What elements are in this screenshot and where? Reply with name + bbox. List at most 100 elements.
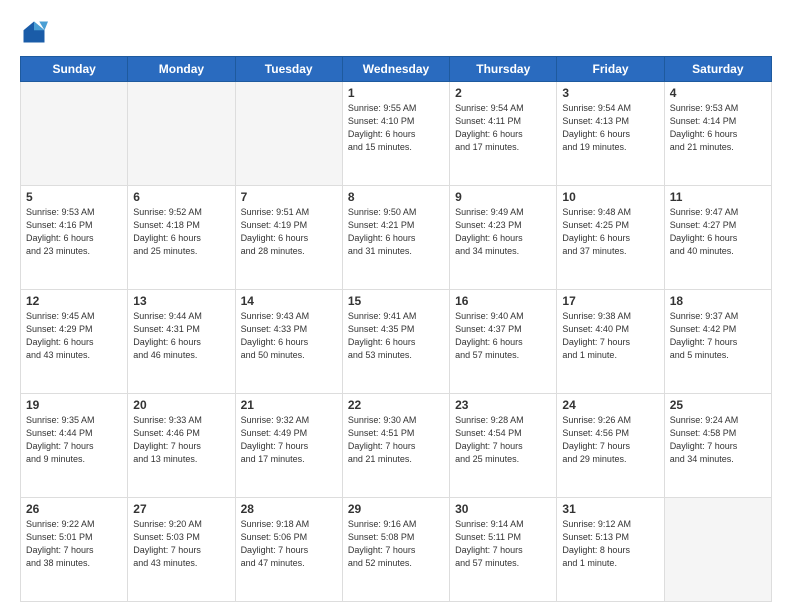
day-cell-11: 11 Sunrise: 9:47 AM Sunset: 4:27 PM Dayli… (664, 186, 771, 290)
day-number: 19 (26, 398, 122, 412)
day-info: Sunrise: 9:55 AM Sunset: 4:10 PM Dayligh… (348, 102, 444, 154)
day-cell-28: 28 Sunrise: 9:18 AM Sunset: 5:06 PM Dayli… (235, 498, 342, 602)
day-info: Sunrise: 9:43 AM Sunset: 4:33 PM Dayligh… (241, 310, 337, 362)
day-info: Sunrise: 9:37 AM Sunset: 4:42 PM Dayligh… (670, 310, 766, 362)
day-info: Sunrise: 9:24 AM Sunset: 4:58 PM Dayligh… (670, 414, 766, 466)
day-info: Sunrise: 9:53 AM Sunset: 4:14 PM Dayligh… (670, 102, 766, 154)
day-info: Sunrise: 9:40 AM Sunset: 4:37 PM Dayligh… (455, 310, 551, 362)
day-cell-27: 27 Sunrise: 9:20 AM Sunset: 5:03 PM Dayli… (128, 498, 235, 602)
day-header-saturday: Saturday (664, 57, 771, 82)
day-info: Sunrise: 9:33 AM Sunset: 4:46 PM Dayligh… (133, 414, 229, 466)
day-info: Sunrise: 9:18 AM Sunset: 5:06 PM Dayligh… (241, 518, 337, 570)
day-number: 3 (562, 86, 658, 100)
day-info: Sunrise: 9:28 AM Sunset: 4:54 PM Dayligh… (455, 414, 551, 466)
week-row-4: 19 Sunrise: 9:35 AM Sunset: 4:44 PM Dayli… (21, 394, 772, 498)
day-cell-14: 14 Sunrise: 9:43 AM Sunset: 4:33 PM Dayli… (235, 290, 342, 394)
day-info: Sunrise: 9:32 AM Sunset: 4:49 PM Dayligh… (241, 414, 337, 466)
day-number: 17 (562, 294, 658, 308)
day-cell-13: 13Sunrise: 9:44 AM Sunset: 4:31 PM Dayli… (128, 290, 235, 394)
day-cell-31: 31Sunrise: 9:12 AM Sunset: 5:13 PM Dayli… (557, 498, 664, 602)
day-cell-15: 15 Sunrise: 9:41 AM Sunset: 4:35 PM Dayli… (342, 290, 449, 394)
day-info: Sunrise: 9:16 AM Sunset: 5:08 PM Dayligh… (348, 518, 444, 570)
day-header-tuesday: Tuesday (235, 57, 342, 82)
day-number: 30 (455, 502, 551, 516)
day-cell-23: 23 Sunrise: 9:28 AM Sunset: 4:54 PM Dayli… (450, 394, 557, 498)
day-number: 24 (562, 398, 658, 412)
empty-cell (128, 82, 235, 186)
day-cell-3: 3 Sunrise: 9:54 AM Sunset: 4:13 PM Daylig… (557, 82, 664, 186)
day-cell-22: 22 Sunrise: 9:30 AM Sunset: 4:51 PM Dayli… (342, 394, 449, 498)
day-info: Sunrise: 9:52 AM Sunset: 4:18 PM Dayligh… (133, 206, 229, 258)
day-number: 5 (26, 190, 122, 204)
empty-cell (235, 82, 342, 186)
week-row-1: 1Sunrise: 9:55 AM Sunset: 4:10 PM Daylig… (21, 82, 772, 186)
day-info: Sunrise: 9:47 AM Sunset: 4:27 PM Dayligh… (670, 206, 766, 258)
day-number: 18 (670, 294, 766, 308)
day-info: Sunrise: 9:26 AM Sunset: 4:56 PM Dayligh… (562, 414, 658, 466)
day-cell-16: 16 Sunrise: 9:40 AM Sunset: 4:37 PM Dayli… (450, 290, 557, 394)
day-info: Sunrise: 9:45 AM Sunset: 4:29 PM Dayligh… (26, 310, 122, 362)
week-row-5: 26 Sunrise: 9:22 AM Sunset: 5:01 PM Dayli… (21, 498, 772, 602)
day-cell-26: 26 Sunrise: 9:22 AM Sunset: 5:01 PM Dayli… (21, 498, 128, 602)
day-number: 16 (455, 294, 551, 308)
day-cell-25: 25Sunrise: 9:24 AM Sunset: 4:58 PM Dayli… (664, 394, 771, 498)
day-number: 23 (455, 398, 551, 412)
day-info: Sunrise: 9:38 AM Sunset: 4:40 PM Dayligh… (562, 310, 658, 362)
day-cell-8: 8 Sunrise: 9:50 AM Sunset: 4:21 PM Daylig… (342, 186, 449, 290)
day-number: 22 (348, 398, 444, 412)
week-row-2: 5 Sunrise: 9:53 AM Sunset: 4:16 PM Daylig… (21, 186, 772, 290)
day-info: Sunrise: 9:41 AM Sunset: 4:35 PM Dayligh… (348, 310, 444, 362)
day-info: Sunrise: 9:20 AM Sunset: 5:03 PM Dayligh… (133, 518, 229, 570)
day-cell-9: 9 Sunrise: 9:49 AM Sunset: 4:23 PM Daylig… (450, 186, 557, 290)
day-number: 2 (455, 86, 551, 100)
day-cell-7: 7Sunrise: 9:51 AM Sunset: 4:19 PM Daylig… (235, 186, 342, 290)
day-number: 13 (133, 294, 229, 308)
day-cell-6: 6 Sunrise: 9:52 AM Sunset: 4:18 PM Daylig… (128, 186, 235, 290)
days-header-row: SundayMondayTuesdayWednesdayThursdayFrid… (21, 57, 772, 82)
day-number: 8 (348, 190, 444, 204)
day-info: Sunrise: 9:30 AM Sunset: 4:51 PM Dayligh… (348, 414, 444, 466)
empty-cell (21, 82, 128, 186)
day-number: 29 (348, 502, 444, 516)
day-number: 31 (562, 502, 658, 516)
day-info: Sunrise: 9:22 AM Sunset: 5:01 PM Dayligh… (26, 518, 122, 570)
day-number: 7 (241, 190, 337, 204)
day-number: 20 (133, 398, 229, 412)
day-number: 4 (670, 86, 766, 100)
day-cell-18: 18 Sunrise: 9:37 AM Sunset: 4:42 PM Dayli… (664, 290, 771, 394)
day-info: Sunrise: 9:54 AM Sunset: 4:13 PM Dayligh… (562, 102, 658, 154)
empty-cell (664, 498, 771, 602)
day-info: Sunrise: 9:49 AM Sunset: 4:23 PM Dayligh… (455, 206, 551, 258)
day-info: Sunrise: 9:53 AM Sunset: 4:16 PM Dayligh… (26, 206, 122, 258)
day-number: 6 (133, 190, 229, 204)
day-number: 15 (348, 294, 444, 308)
day-cell-20: 20 Sunrise: 9:33 AM Sunset: 4:46 PM Dayli… (128, 394, 235, 498)
day-number: 27 (133, 502, 229, 516)
day-cell-5: 5 Sunrise: 9:53 AM Sunset: 4:16 PM Daylig… (21, 186, 128, 290)
day-number: 21 (241, 398, 337, 412)
day-info: Sunrise: 9:14 AM Sunset: 5:11 PM Dayligh… (455, 518, 551, 570)
day-info: Sunrise: 9:48 AM Sunset: 4:25 PM Dayligh… (562, 206, 658, 258)
day-info: Sunrise: 9:35 AM Sunset: 4:44 PM Dayligh… (26, 414, 122, 466)
header (20, 18, 772, 46)
day-cell-4: 4 Sunrise: 9:53 AM Sunset: 4:14 PM Daylig… (664, 82, 771, 186)
day-cell-24: 24 Sunrise: 9:26 AM Sunset: 4:56 PM Dayli… (557, 394, 664, 498)
day-number: 11 (670, 190, 766, 204)
day-number: 10 (562, 190, 658, 204)
day-number: 12 (26, 294, 122, 308)
day-header-monday: Monday (128, 57, 235, 82)
page: SundayMondayTuesdayWednesdayThursdayFrid… (0, 0, 792, 612)
day-info: Sunrise: 9:54 AM Sunset: 4:11 PM Dayligh… (455, 102, 551, 154)
day-info: Sunrise: 9:50 AM Sunset: 4:21 PM Dayligh… (348, 206, 444, 258)
logo (20, 18, 54, 46)
day-cell-29: 29 Sunrise: 9:16 AM Sunset: 5:08 PM Dayli… (342, 498, 449, 602)
day-number: 26 (26, 502, 122, 516)
day-cell-10: 10 Sunrise: 9:48 AM Sunset: 4:25 PM Dayli… (557, 186, 664, 290)
day-header-thursday: Thursday (450, 57, 557, 82)
day-number: 9 (455, 190, 551, 204)
day-cell-21: 21 Sunrise: 9:32 AM Sunset: 4:49 PM Dayli… (235, 394, 342, 498)
day-cell-2: 2 Sunrise: 9:54 AM Sunset: 4:11 PM Daylig… (450, 82, 557, 186)
day-cell-30: 30 Sunrise: 9:14 AM Sunset: 5:11 PM Dayli… (450, 498, 557, 602)
day-number: 28 (241, 502, 337, 516)
day-number: 14 (241, 294, 337, 308)
